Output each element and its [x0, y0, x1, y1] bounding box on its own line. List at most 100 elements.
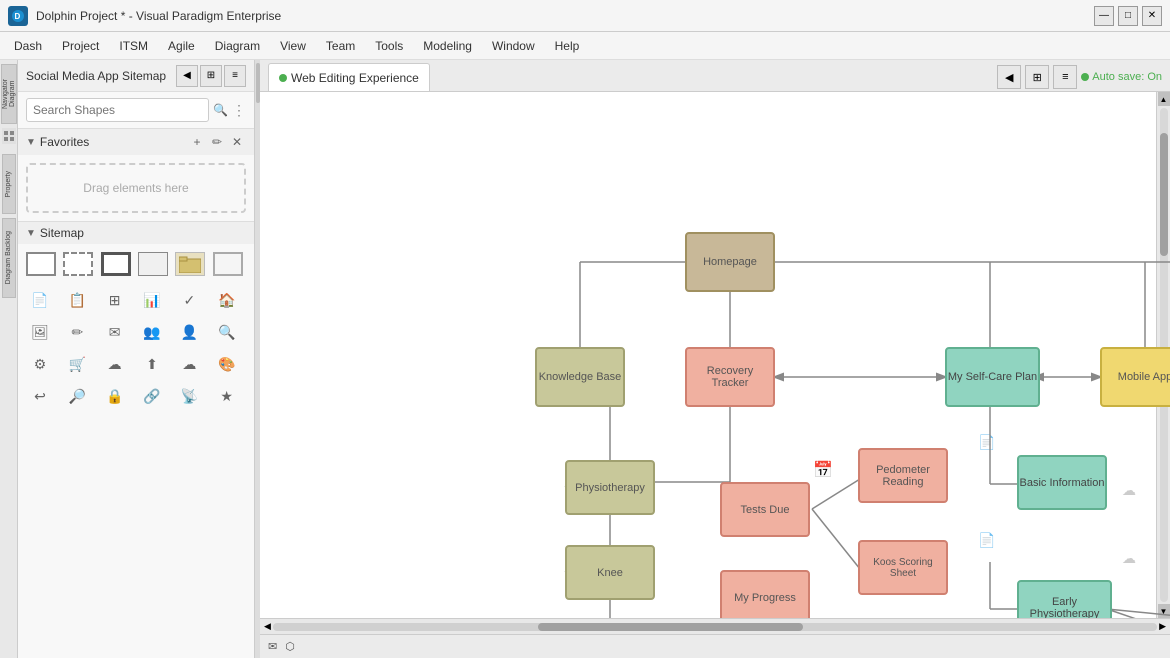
minimize-button[interactable]: —	[1094, 6, 1114, 26]
icon-document[interactable]: 📄	[26, 288, 54, 312]
menu-itsm[interactable]: ITSM	[109, 35, 158, 57]
menu-tools[interactable]: Tools	[365, 35, 413, 57]
icon-cloud[interactable]: ☁	[101, 352, 129, 376]
tab-label: Web Editing Experience	[291, 71, 419, 85]
property-tab[interactable]: Property	[2, 154, 16, 214]
tab-action-btn-3[interactable]: ≡	[1053, 65, 1077, 89]
diagram-title: Social Media App Sitemap	[26, 69, 172, 83]
diagram-name-bar: Social Media App Sitemap ◀ ⊞ ≡	[18, 60, 254, 92]
menu-diagram[interactable]: Diagram	[205, 35, 270, 57]
search-bar: 🔍 ⋮	[18, 92, 254, 129]
icon-paint[interactable]: 🎨	[213, 352, 241, 376]
menu-help[interactable]: Help	[545, 35, 590, 57]
title-bar: D Dolphin Project * - Visual Paradigm En…	[0, 0, 1170, 32]
favorites-add-button[interactable]: +	[188, 133, 206, 151]
maximize-button[interactable]: □	[1118, 6, 1138, 26]
title-text: Dolphin Project * - Visual Paradigm Ente…	[36, 9, 1086, 23]
icon-pencil[interactable]: ✏	[63, 320, 91, 344]
sitemap-header[interactable]: ▼ Sitemap	[18, 222, 254, 244]
icon-cloud-up[interactable]: ⬆	[138, 352, 166, 376]
node-self-care[interactable]: My Self-Care Plan	[945, 347, 1040, 407]
favorites-close-button[interactable]: ✕	[228, 133, 246, 151]
icon-settings[interactable]: ⚙	[26, 352, 54, 376]
tab-action-btn-2[interactable]: ⊞	[1025, 65, 1049, 89]
icon-row-1: 📄 📋 ⊞ 📊 ✓ 🏠	[18, 284, 254, 316]
node-my-progress[interactable]: My Progress	[720, 570, 810, 618]
nav-list-button[interactable]: ≡	[224, 65, 246, 87]
node-mobile-app[interactable]: Mobile App	[1100, 347, 1170, 407]
node-early-physio[interactable]: Early Physiotherapy	[1017, 580, 1112, 618]
nav-back-button[interactable]: ◀	[176, 65, 198, 87]
shape-rect-dashed[interactable]	[63, 252, 93, 276]
diagram-backlog-tab[interactable]: Diagram Backlog	[2, 218, 16, 298]
palette-tab[interactable]	[2, 128, 16, 144]
more-options-icon[interactable]: ⋮	[232, 102, 246, 119]
icon-image[interactable]: 🖼	[26, 320, 54, 344]
favorites-header[interactable]: ▼ Favorites + ✏ ✕	[18, 129, 254, 155]
favorites-section: ▼ Favorites + ✏ ✕ Drag elements here	[18, 129, 254, 222]
canvas-area[interactable]: Homepage Knowledge Base Recovery Tracker…	[260, 92, 1170, 618]
close-button[interactable]: ✕	[1142, 6, 1162, 26]
node-homepage[interactable]: Homepage	[685, 232, 775, 292]
node-knee[interactable]: Knee	[565, 545, 655, 600]
icon-refresh[interactable]: ↩	[26, 384, 54, 408]
auto-save-dot	[1081, 73, 1089, 81]
node-basic-info[interactable]: Basic Information	[1017, 455, 1107, 510]
icon-mail[interactable]: ✉	[101, 320, 129, 344]
svg-text:D: D	[15, 12, 21, 21]
share-icon[interactable]: ⬡	[285, 640, 295, 653]
icon-grid[interactable]: ⊞	[101, 288, 129, 312]
horizontal-scrollbar[interactable]: ◀ ▶	[260, 618, 1170, 634]
menu-view[interactable]: View	[270, 35, 316, 57]
diagram-navigator-tab[interactable]: Diagram Navigator	[1, 64, 17, 124]
node-tests-due[interactable]: Tests Due	[720, 482, 810, 537]
node-physiotherapy[interactable]: Physiotherapy	[565, 460, 655, 515]
doc-icon-2: 📄	[978, 532, 995, 549]
shape-folder[interactable]	[175, 252, 205, 276]
search-input[interactable]	[26, 98, 209, 122]
favorites-edit-button[interactable]: ✏	[208, 133, 226, 151]
icon-chart[interactable]: 📊	[138, 288, 166, 312]
main-layout: Diagram Navigator Property Diagram Backl…	[0, 60, 1170, 658]
active-diagram-tab[interactable]: Web Editing Experience	[268, 63, 430, 91]
right-area: Web Editing Experience ◀ ⊞ ≡ Auto save: …	[260, 60, 1170, 658]
node-recovery-tracker[interactable]: Recovery Tracker	[685, 347, 775, 407]
menu-project[interactable]: Project	[52, 35, 109, 57]
menu-window[interactable]: Window	[482, 35, 545, 57]
shape-rect-thick[interactable]	[101, 252, 131, 276]
icon-person[interactable]: 👤	[175, 320, 203, 344]
icon-link[interactable]: 🔗	[138, 384, 166, 408]
icon-search[interactable]: 🔍	[213, 320, 241, 344]
node-koos-scoring[interactable]: Koos Scoring Sheet	[858, 540, 948, 595]
icon-row-4: ↩ 🔎 🔒 🔗 📡 ★	[18, 380, 254, 412]
nav-grid-button[interactable]: ⊞	[200, 65, 222, 87]
icon-home[interactable]: 🏠	[213, 288, 241, 312]
icon-cloud-2[interactable]: ☁	[175, 352, 203, 376]
tab-actions: ◀ ⊞ ≡ Auto save: On	[997, 65, 1162, 91]
tab-action-btn-1[interactable]: ◀	[997, 65, 1021, 89]
icon-star[interactable]: ★	[213, 384, 241, 408]
shape-rect-2[interactable]	[213, 252, 243, 276]
shape-rect[interactable]	[26, 252, 56, 276]
menu-agile[interactable]: Agile	[158, 35, 205, 57]
node-knowledge-base[interactable]: Knowledge Base	[535, 347, 625, 407]
favorites-drag-area: Drag elements here	[26, 163, 246, 213]
icon-copy[interactable]: 📋	[63, 288, 91, 312]
menu-dash[interactable]: Dash	[4, 35, 52, 57]
diagram-tabs-bar: Web Editing Experience ◀ ⊞ ≡ Auto save: …	[260, 60, 1170, 92]
node-pedometer[interactable]: Pedometer Reading	[858, 448, 948, 503]
icon-cart[interactable]: 🛒	[63, 352, 91, 376]
shape-rect-outline[interactable]	[138, 252, 168, 276]
icon-check[interactable]: ✓	[175, 288, 203, 312]
window-controls: — □ ✕	[1094, 6, 1162, 26]
menu-modeling[interactable]: Modeling	[413, 35, 482, 57]
icon-users[interactable]: 👥	[138, 320, 166, 344]
email-icon[interactable]: ✉	[268, 640, 277, 653]
auto-save-label: Auto save: On	[1092, 71, 1162, 83]
icon-lock[interactable]: 🔒	[101, 384, 129, 408]
menu-team[interactable]: Team	[316, 35, 365, 57]
icon-search-2[interactable]: 🔎	[63, 384, 91, 408]
sitemap-arrow: ▼	[26, 228, 36, 239]
doc-icon-1: 📄	[978, 434, 995, 451]
icon-rss[interactable]: 📡	[175, 384, 203, 408]
